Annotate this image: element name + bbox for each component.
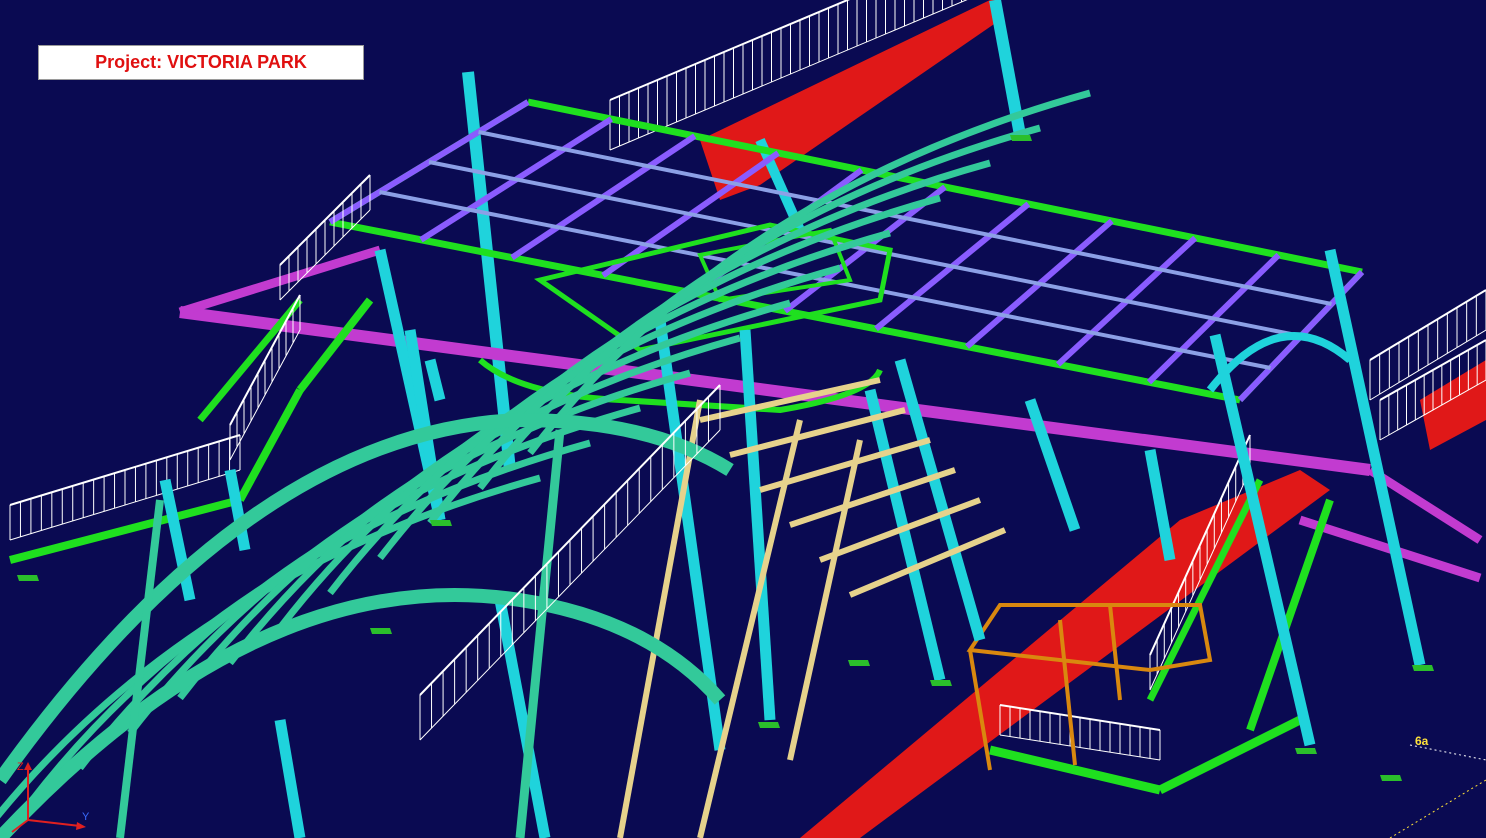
- axis-y-label: Y: [82, 811, 90, 823]
- deck-right: [1420, 360, 1486, 450]
- stair-stringer: [236, 388, 304, 502]
- column: [1324, 248, 1426, 667]
- column: [274, 719, 306, 838]
- stair-stringer: [296, 297, 374, 393]
- axis-z-label: Z: [17, 761, 24, 773]
- base-plate: [930, 680, 952, 686]
- base-plate: [1380, 775, 1402, 781]
- base-plate: [758, 722, 780, 728]
- rafter: [617, 399, 703, 838]
- rafter: [787, 439, 863, 761]
- base-plate: [1412, 665, 1434, 671]
- column: [894, 358, 986, 642]
- model-viewport[interactable]: [0, 0, 1486, 838]
- grid-line-label: 6a: [1415, 734, 1429, 748]
- base-plate: [848, 660, 870, 666]
- base-plate: [17, 575, 39, 581]
- column: [1024, 398, 1081, 532]
- base-plate: [430, 520, 452, 526]
- structural-model: [0, 0, 1486, 838]
- project-label: Project: VICTORIA PARK: [38, 45, 364, 80]
- roof-support: [515, 429, 565, 838]
- base-plate: [370, 628, 392, 634]
- column: [424, 358, 446, 402]
- grid-line: [1389, 779, 1486, 838]
- base-plate: [1295, 748, 1317, 754]
- base-plate: [1010, 135, 1032, 141]
- axis-triad-icon: Z Y: [11, 761, 90, 833]
- landing-beam: [1157, 715, 1303, 795]
